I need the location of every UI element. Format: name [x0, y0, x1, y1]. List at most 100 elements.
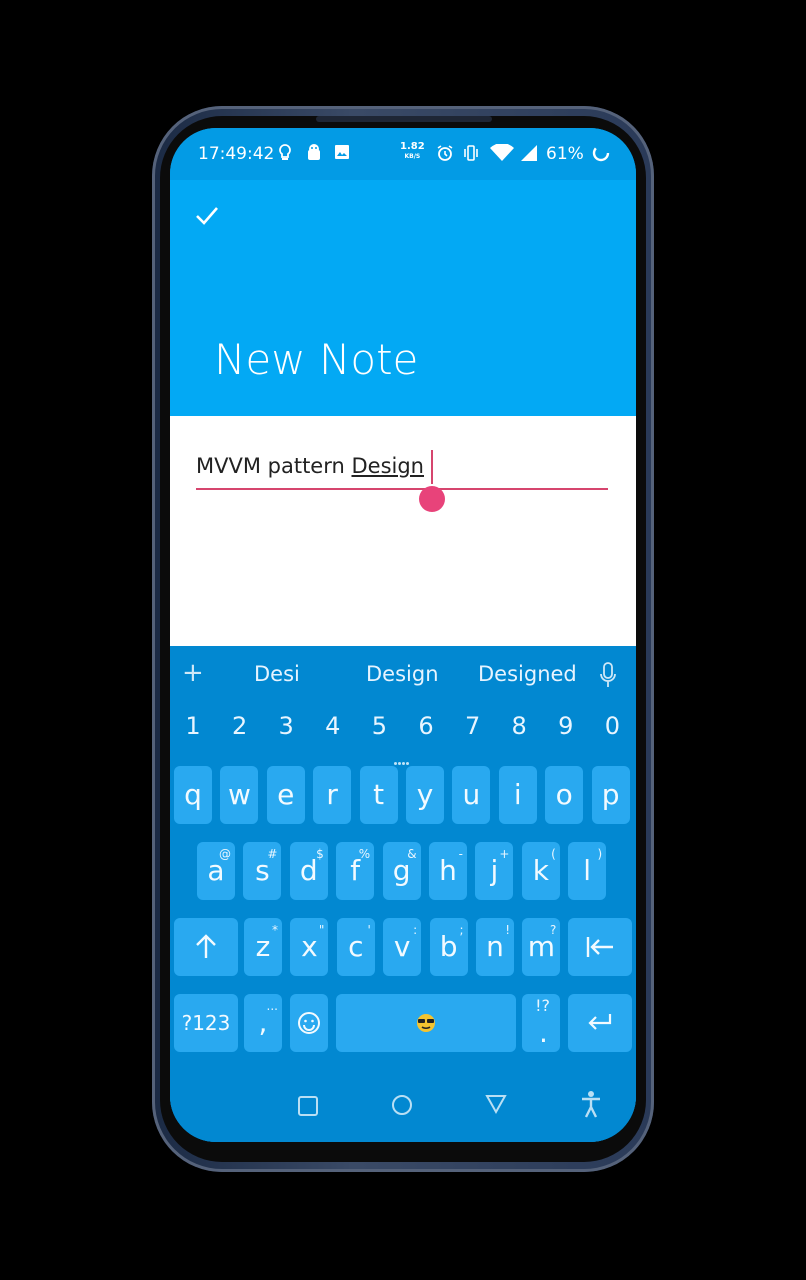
key-label: k	[532, 854, 549, 887]
number-key[interactable]: 4	[310, 712, 356, 740]
key-label: z	[255, 930, 271, 963]
key-label: v	[393, 930, 411, 963]
letter-key[interactable]: v:	[383, 918, 422, 976]
letter-key[interactable]: d $	[289, 842, 328, 900]
key-label: d	[299, 854, 318, 887]
letter-key[interactable]: e	[266, 766, 305, 824]
earpiece-speaker	[316, 116, 492, 122]
check-icon[interactable]	[192, 202, 222, 232]
key-label: w	[227, 778, 251, 811]
key-hint: $	[316, 847, 324, 861]
letter-key[interactable]: l)	[568, 842, 607, 900]
number-key[interactable]: 9	[543, 712, 589, 740]
letter-key[interactable]: s #	[243, 842, 282, 900]
key-hint: +	[499, 847, 510, 861]
battery-ring-icon	[592, 144, 610, 166]
key-hint: )	[597, 847, 603, 861]
key-label: c	[348, 930, 364, 963]
network-speed-unit: KB/S	[404, 153, 421, 160]
letter-key[interactable]: g &	[382, 842, 421, 900]
wifi-icon	[490, 143, 514, 166]
suggestion-item[interactable]: Desi	[254, 662, 300, 686]
key-label: x	[301, 930, 318, 963]
vibrate-icon	[462, 144, 480, 166]
letter-key[interactable]: i	[498, 766, 537, 824]
home-icon[interactable]	[392, 1095, 412, 1115]
key-label: e	[277, 778, 295, 811]
backspace-key[interactable]	[568, 918, 632, 976]
lightbulb-icon	[278, 144, 292, 166]
microphone-icon[interactable]	[600, 662, 616, 688]
note-text: MVVM pattern Design	[196, 454, 424, 478]
recents-icon[interactable]	[298, 1096, 318, 1116]
screen: 17:49:42 1.82 KB/S 61% New Note MVVM pat…	[170, 128, 636, 1142]
letter-key[interactable]: u	[452, 766, 491, 824]
shift-key[interactable]	[174, 918, 238, 976]
suggestion-item[interactable]: Design	[366, 662, 439, 686]
letter-key[interactable]: a @	[197, 842, 235, 900]
number-key[interactable]: 5	[356, 712, 402, 740]
number-key[interactable]: 8	[496, 712, 542, 740]
letter-key[interactable]: h-	[429, 842, 467, 900]
key-label: q	[184, 778, 202, 811]
letter-key[interactable]: t	[359, 766, 398, 824]
number-row: 1234567890	[170, 708, 636, 752]
letter-key[interactable]: j +	[475, 842, 514, 900]
letter-key[interactable]: p	[591, 766, 630, 824]
letter-key[interactable]: w	[220, 766, 259, 824]
key-label: l	[583, 854, 592, 887]
key-label: j	[490, 854, 499, 887]
period-label: .	[539, 1016, 548, 1049]
number-key[interactable]: 6	[403, 712, 449, 740]
letter-key[interactable]: y	[406, 766, 444, 824]
number-key[interactable]: 0	[589, 712, 635, 740]
number-key[interactable]: 2	[217, 712, 263, 740]
enter-key[interactable]	[568, 994, 632, 1052]
key-hint: '	[367, 923, 371, 937]
letter-key[interactable]: o	[545, 766, 584, 824]
letter-key[interactable]: f%	[336, 842, 375, 900]
page-title: New Note	[214, 335, 419, 384]
number-key[interactable]: 3	[263, 712, 309, 740]
letter-key[interactable]: z *	[244, 918, 282, 976]
letter-key[interactable]: q	[174, 766, 212, 824]
space-key[interactable]	[336, 994, 516, 1052]
comma-key[interactable]: ,...	[244, 994, 282, 1052]
letter-key[interactable]: n!	[476, 918, 514, 976]
network-speed-value: 1.82	[400, 141, 425, 152]
plus-icon[interactable]: +	[182, 658, 204, 688]
note-text-committed: MVVM pattern	[196, 454, 352, 478]
suggestion-strip: + Desi Design Designed	[170, 646, 636, 704]
letter-key[interactable]: m?	[522, 918, 561, 976]
letter-key[interactable]: r	[313, 766, 352, 824]
letter-key[interactable]: b;	[429, 918, 468, 976]
period-key[interactable]: !?.	[522, 994, 560, 1052]
symbols-key[interactable]: ?123	[174, 994, 238, 1052]
navigation-bar	[170, 1070, 636, 1142]
back-icon[interactable]	[484, 1092, 508, 1116]
number-row-indicator	[394, 750, 414, 765]
key-hint: "	[318, 923, 325, 937]
key-label: t	[373, 778, 385, 811]
key-hint: -	[458, 847, 463, 861]
status-time: 17:49:42	[198, 144, 275, 164]
accessibility-icon[interactable]	[580, 1090, 602, 1118]
status-bar: 17:49:42 1.82 KB/S 61%	[170, 128, 636, 180]
emoji-key[interactable]	[290, 994, 328, 1052]
key-label: u	[462, 778, 481, 811]
key-hint: &	[407, 847, 417, 861]
letter-key[interactable]: x "	[290, 918, 329, 976]
letter-key[interactable]: c '	[336, 918, 375, 976]
key-label: n	[486, 930, 504, 963]
note-editor: MVVM pattern Design	[170, 416, 636, 646]
letter-key[interactable]: k(	[521, 842, 560, 900]
note-text-composing: Design	[351, 454, 424, 478]
number-key[interactable]: 1	[170, 712, 216, 740]
key-hint: (	[551, 847, 556, 861]
key-hint: !	[505, 923, 510, 937]
suggestion-item[interactable]: Designed	[478, 662, 577, 686]
cursor-handle[interactable]	[419, 486, 445, 512]
key-label: p	[601, 778, 620, 811]
number-key[interactable]: 7	[450, 712, 496, 740]
soft-keyboard: + Desi Design Designed 1234567890 qwer ty…	[170, 646, 636, 1142]
